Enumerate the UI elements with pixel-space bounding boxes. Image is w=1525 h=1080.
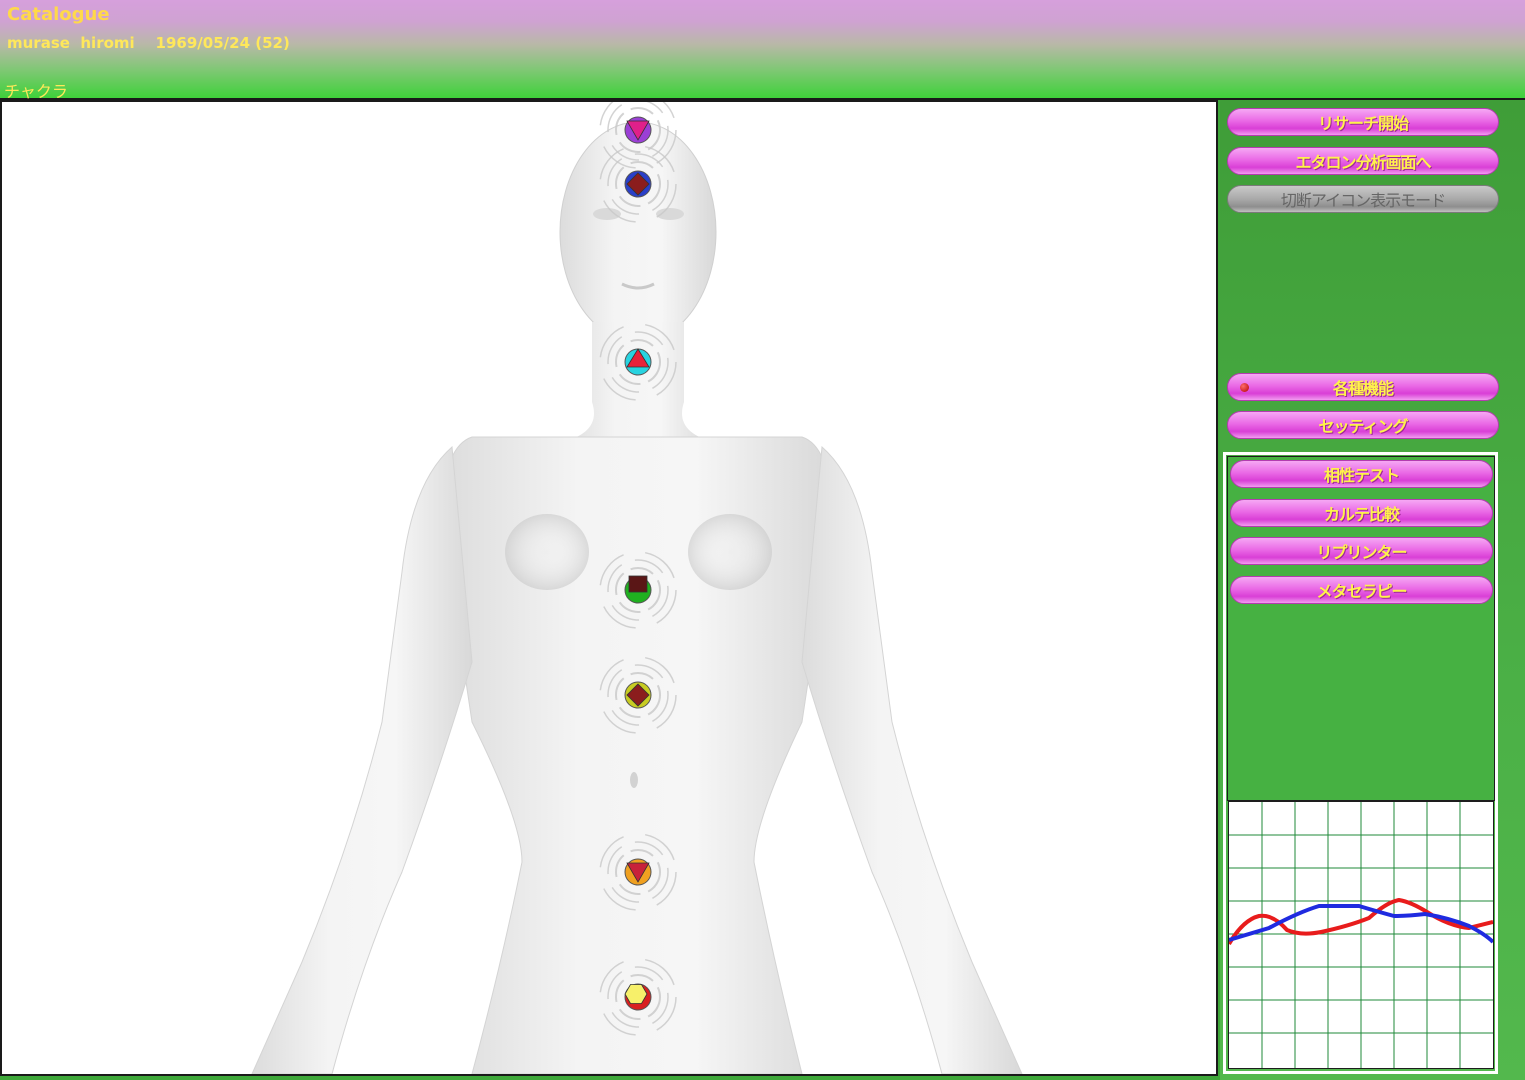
wave-graph [1227, 801, 1495, 1069]
chart-compare-button[interactable]: カルテ比較 [1230, 499, 1493, 527]
chakra-sacral-icon[interactable] [599, 833, 677, 911]
functions-label: 各種機能 [1332, 379, 1394, 398]
app-title: Catalogue [7, 4, 110, 25]
compatibility-test-button[interactable]: 相性テスト [1230, 460, 1493, 488]
chakra-crown-icon[interactable] [599, 102, 677, 169]
chakra-third-eye-icon[interactable] [599, 145, 677, 223]
chakra-solar-plexus-icon[interactable] [599, 656, 677, 734]
chakra-throat-icon[interactable] [599, 323, 677, 401]
reprinter-button[interactable]: リプリンター [1230, 537, 1493, 565]
settings-button[interactable]: セッティング [1227, 411, 1499, 439]
wave-graph-svg [1227, 802, 1495, 1068]
chakra-heart-icon[interactable] [599, 551, 677, 629]
metatherapy-button[interactable]: メタセラピー [1230, 576, 1493, 604]
chakra-canvas [0, 100, 1218, 1076]
app-header: Catalogue murase hiromi 1969/05/24 (52) … [0, 0, 1525, 101]
user-info: murase hiromi 1969/05/24 (52) [7, 34, 290, 52]
chakra-markers [599, 102, 677, 1036]
functions-button[interactable]: 各種機能 [1227, 373, 1499, 401]
cut-icon-mode-button[interactable]: 切断アイコン表示モード [1227, 185, 1499, 213]
etalon-analysis-button[interactable]: エタロン分析画面へ [1227, 147, 1499, 175]
graph-grid [1229, 802, 1493, 1068]
status-led-icon [1240, 383, 1249, 392]
chakra-root-icon[interactable] [599, 958, 677, 1036]
section-title: チャクラ [4, 82, 68, 101]
start-research-button[interactable]: リサーチ開始 [1227, 108, 1499, 136]
